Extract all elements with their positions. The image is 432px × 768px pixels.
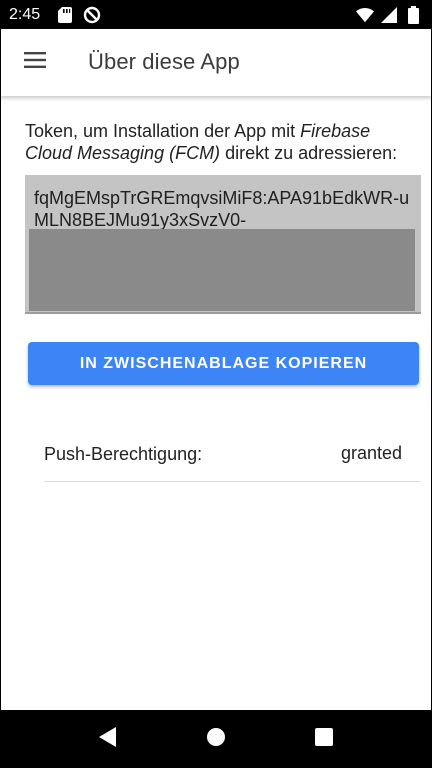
- page-title: Über diese App: [88, 49, 240, 74]
- push-permission-label: Push-Berechtigung:: [44, 444, 203, 464]
- status-time: 2:45: [9, 6, 41, 23]
- battery-icon: [404, 6, 422, 24]
- data-saver-icon: [83, 6, 101, 24]
- description-text-end: direkt zu adressieren:: [220, 143, 398, 163]
- token-redaction: [29, 229, 415, 311]
- back-button[interactable]: [96, 726, 120, 752]
- home-button[interactable]: [204, 727, 228, 751]
- recents-icon: [315, 727, 333, 751]
- hamburger-menu-icon: [24, 51, 46, 73]
- recents-button[interactable]: [312, 727, 336, 751]
- copy-to-clipboard-button[interactable]: IN ZWISCHENABLAGE KOPIEREN: [28, 342, 419, 385]
- description-text: Token, um Installation der App mit: [25, 121, 301, 141]
- cellular-signal-icon: [380, 6, 398, 24]
- back-icon: [99, 726, 117, 752]
- push-permission-row: Push-Berechtigung: granted: [44, 432, 421, 482]
- token-text: fqMgEMspTrGREmqvsiMiF8:APA91bEdkWR-uMLN8…: [34, 188, 410, 230]
- token-field[interactable]: fqMgEMspTrGREmqvsiMiF8:APA91bEdkWR-uMLN8…: [25, 175, 421, 314]
- token-description: Token, um Installation der App mit Fireb…: [25, 120, 421, 164]
- menu-button[interactable]: [15, 42, 55, 82]
- wifi-icon: [356, 6, 374, 24]
- app-bar: Über diese App: [0, 29, 432, 96]
- navigation-bar: [0, 710, 432, 768]
- sd-card-icon: [56, 6, 74, 24]
- status-bar: 2:45: [0, 0, 432, 29]
- main-content: Token, um Installation der App mit Fireb…: [0, 96, 432, 710]
- home-icon: [206, 727, 226, 752]
- push-permission-value: granted: [340, 443, 402, 463]
